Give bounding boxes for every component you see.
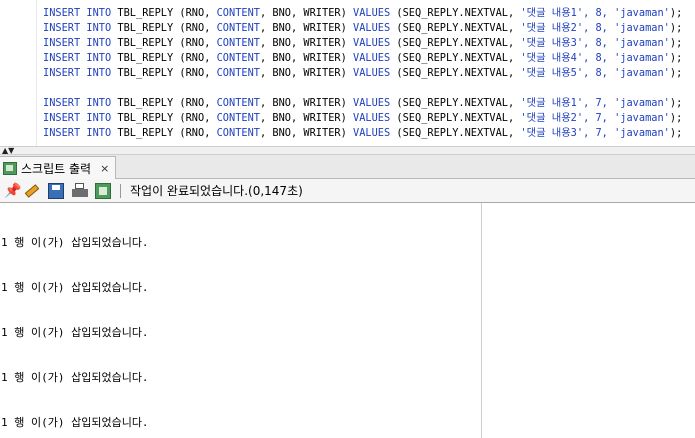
output-line: 1 행 이(가) 삽입되었습니다. [1, 281, 149, 294]
sql-keyword: INSERT INTO [43, 67, 112, 79]
save-icon[interactable] [48, 183, 64, 199]
sql-string: '댓글 내용4', 8, 'javaman' [520, 52, 670, 64]
sql-keyword: INSERT INTO [43, 112, 112, 124]
sql-keyword: CONTENT [216, 22, 260, 34]
script-output-icon [3, 161, 17, 175]
sql-keyword: CONTENT [216, 52, 260, 64]
script-output-pane[interactable]: 1 행 이(가) 삽입되었습니다. 1 행 이(가) 삽입되었습니다. 1 행 이(… [0, 203, 481, 438]
sql-text: ); [669, 127, 683, 139]
sql-line: INSERT INTO TBL_REPLY (RNO, CONTENT, BNO… [43, 66, 682, 81]
sql-line: INSERT INTO TBL_REPLY (RNO, CONTENT, BNO… [43, 51, 682, 66]
close-icon[interactable]: × [100, 162, 109, 175]
sql-text: TBL_REPLY (RNO, [111, 112, 217, 124]
sql-keyword: CONTENT [216, 37, 260, 49]
sql-text: ); [669, 37, 683, 49]
sql-keyword: INSERT INTO [43, 52, 112, 64]
sql-text: (SEQ_REPLY.NEXTVAL, [390, 7, 521, 19]
sql-keyword: INSERT INTO [43, 127, 112, 139]
sql-text: , BNO, WRITER) [260, 127, 353, 139]
output-line: 1 행 이(가) 삽입되었습니다. [1, 326, 149, 339]
sql-text: ); [669, 7, 683, 19]
sql-keyword: VALUES [353, 7, 391, 19]
output-toolbar: 📌 작업이 완료되었습니다.(0,147초) [0, 179, 695, 203]
splitter-arrows-icon[interactable]: ▲▼ [2, 147, 14, 155]
sql-text: ); [669, 52, 683, 64]
sql-text: (SEQ_REPLY.NEXTVAL, [390, 37, 521, 49]
output-side-pane [482, 203, 695, 438]
eraser-icon[interactable] [24, 183, 41, 199]
sql-text: TBL_REPLY (RNO, [111, 97, 217, 109]
sql-keyword: VALUES [353, 52, 391, 64]
sql-text: (SEQ_REPLY.NEXTVAL, [390, 22, 521, 34]
toolbar-divider [120, 184, 121, 198]
sql-text: (SEQ_REPLY.NEXTVAL, [390, 67, 521, 79]
sql-keyword: INSERT INTO [43, 37, 112, 49]
sql-text: ); [669, 67, 683, 79]
sql-text: , BNO, WRITER) [260, 22, 353, 34]
sql-keyword: VALUES [353, 97, 391, 109]
sql-string: '댓글 내용5', 8, 'javaman' [520, 67, 670, 79]
sql-text: ); [669, 22, 683, 34]
sql-text: (SEQ_REPLY.NEXTVAL, [390, 52, 521, 64]
sql-line: INSERT INTO TBL_REPLY (RNO, CONTENT, BNO… [43, 96, 682, 111]
sql-text: (SEQ_REPLY.NEXTVAL, [390, 97, 521, 109]
sql-text: (SEQ_REPLY.NEXTVAL, [390, 112, 521, 124]
sql-string: '댓글 내용1', 7, 'javaman' [520, 97, 670, 109]
sql-keyword: INSERT INTO [43, 97, 112, 109]
print-icon[interactable] [72, 183, 88, 199]
sql-keyword: CONTENT [216, 7, 260, 19]
tab-label: 스크립트 출력 [21, 161, 92, 176]
sql-text: , BNO, WRITER) [260, 52, 353, 64]
output-line: 1 행 이(가) 삽입되었습니다. [1, 236, 149, 249]
sql-keyword: VALUES [353, 112, 391, 124]
sql-keyword: CONTENT [216, 112, 260, 124]
sql-text: , BNO, WRITER) [260, 7, 353, 19]
open-file-icon[interactable] [95, 183, 111, 199]
sql-text: , BNO, WRITER) [260, 37, 353, 49]
output-line: 1 행 이(가) 삽입되었습니다. [1, 371, 149, 384]
tab-script-output[interactable]: 스크립트 출력 × [0, 156, 116, 179]
sql-text: , BNO, WRITER) [260, 97, 353, 109]
output-line: 1 행 이(가) 삽입되었습니다. [1, 416, 149, 429]
sql-text: ); [669, 112, 683, 124]
sql-keyword: VALUES [353, 22, 391, 34]
sql-keyword: CONTENT [216, 127, 260, 139]
sql-text: TBL_REPLY (RNO, [111, 22, 217, 34]
sql-string: '댓글 내용2', 7, 'javaman' [520, 112, 670, 124]
sql-keyword: VALUES [353, 37, 391, 49]
sql-keyword: INSERT INTO [43, 7, 112, 19]
sql-string: '댓글 내용2', 8, 'javaman' [520, 22, 670, 34]
sql-text: TBL_REPLY (RNO, [111, 7, 217, 19]
sql-string: '댓글 내용1', 8, 'javaman' [520, 7, 670, 19]
sql-keyword: CONTENT [216, 67, 260, 79]
editor-gutter [36, 0, 37, 146]
sql-string: '댓글 내용3', 8, 'javaman' [520, 37, 670, 49]
sql-line: INSERT INTO TBL_REPLY (RNO, CONTENT, BNO… [43, 36, 682, 51]
sql-line: INSERT INTO TBL_REPLY (RNO, CONTENT, BNO… [43, 21, 682, 36]
sql-keyword: VALUES [353, 67, 391, 79]
sql-line: INSERT INTO TBL_REPLY (RNO, CONTENT, BNO… [43, 111, 682, 126]
sql-text: TBL_REPLY (RNO, [111, 52, 217, 64]
sql-keyword: VALUES [353, 127, 391, 139]
sql-text: ); [669, 97, 683, 109]
sql-text: , BNO, WRITER) [260, 67, 353, 79]
sql-string: '댓글 내용3', 7, 'javaman' [520, 127, 670, 139]
pin-icon[interactable]: 📌 [4, 183, 21, 199]
output-tab-bar: 스크립트 출력 × [0, 155, 695, 179]
sql-text: TBL_REPLY (RNO, [111, 127, 217, 139]
sql-line: INSERT INTO TBL_REPLY (RNO, CONTENT, BNO… [43, 6, 682, 21]
sql-line: INSERT INTO TBL_REPLY (RNO, CONTENT, BNO… [43, 126, 682, 141]
sql-text: , BNO, WRITER) [260, 112, 353, 124]
pane-splitter[interactable]: ▲▼ [0, 146, 695, 155]
sql-editor[interactable]: INSERT INTO TBL_REPLY (RNO, CONTENT, BNO… [0, 0, 695, 146]
sql-keyword: CONTENT [216, 97, 260, 109]
sql-text: TBL_REPLY (RNO, [111, 37, 217, 49]
sql-text: (SEQ_REPLY.NEXTVAL, [390, 127, 521, 139]
status-message: 작업이 완료되었습니다.(0,147초) [130, 184, 303, 198]
sql-keyword: INSERT INTO [43, 22, 112, 34]
sql-text: TBL_REPLY (RNO, [111, 67, 217, 79]
